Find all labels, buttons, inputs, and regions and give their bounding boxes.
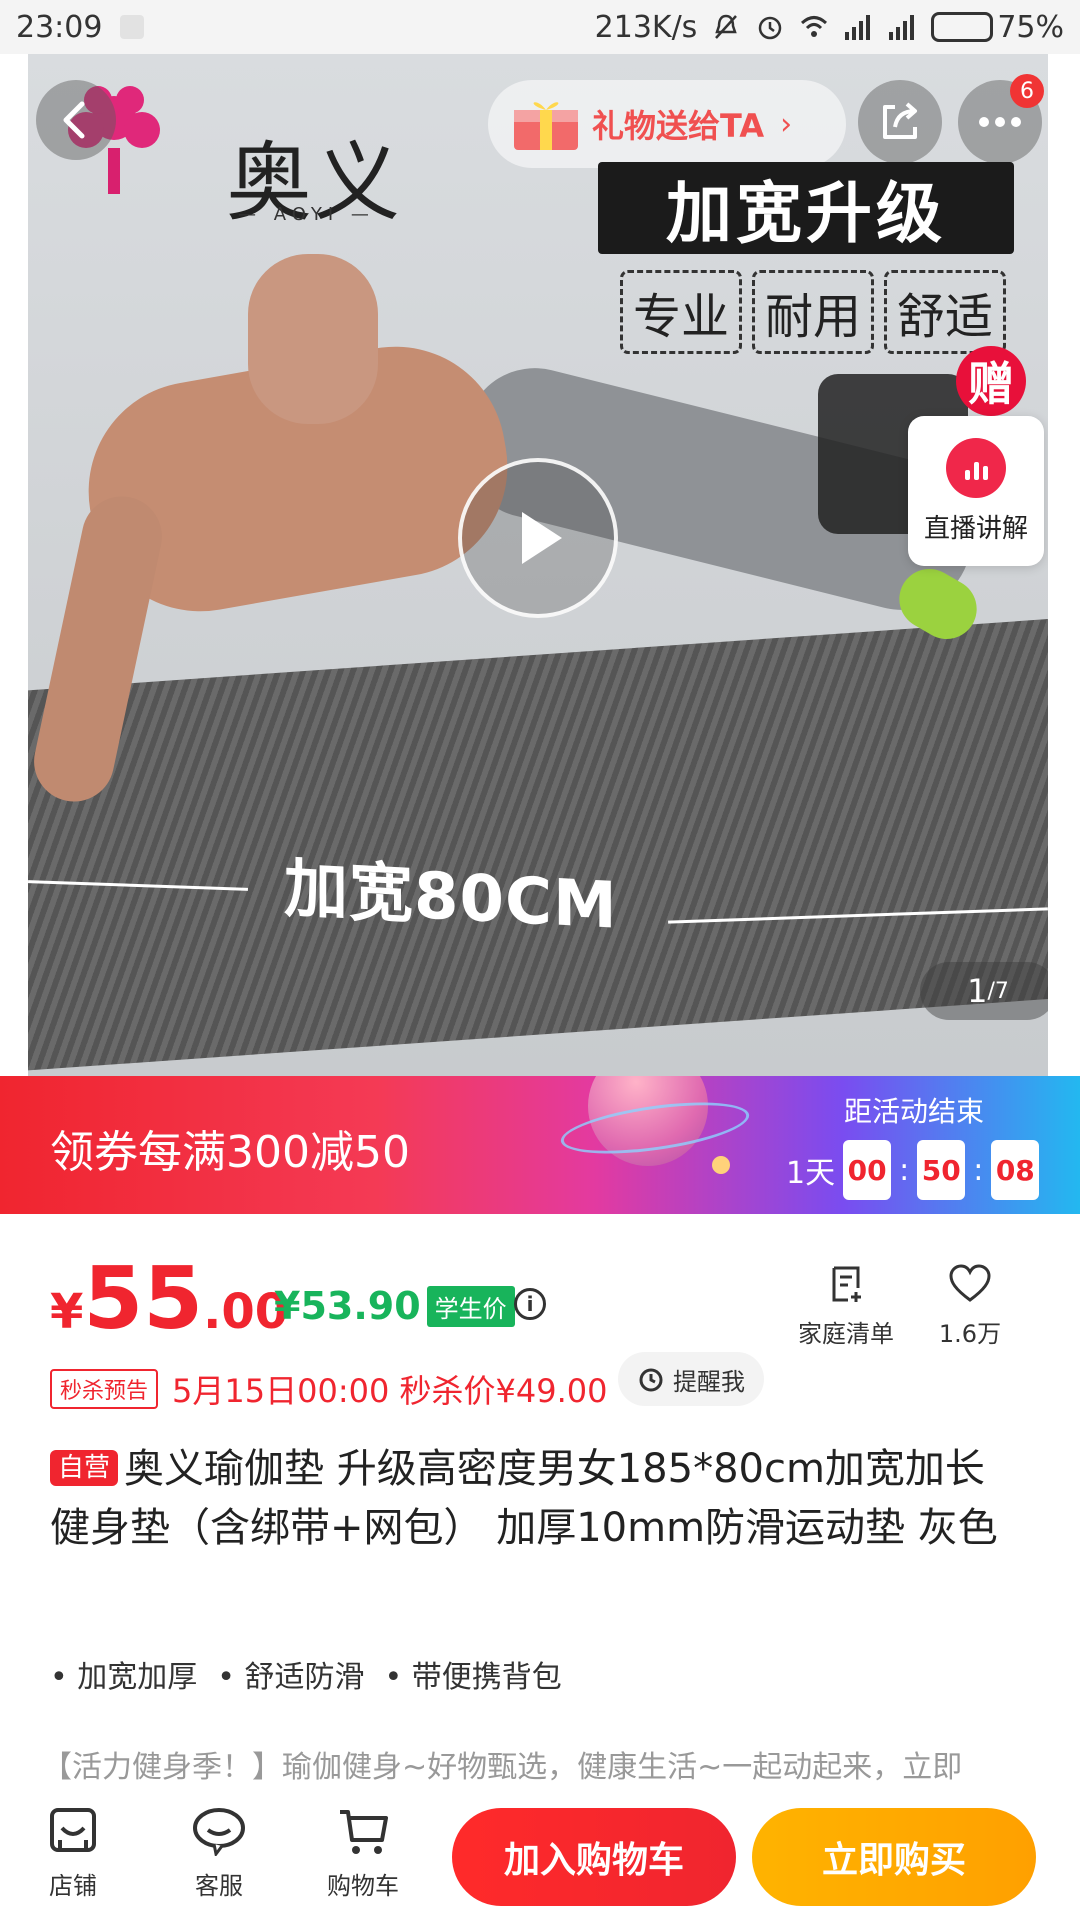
image-page-indicator: 1/7 bbox=[920, 962, 1048, 1020]
remind-me-button[interactable]: 提醒我 bbox=[618, 1352, 764, 1406]
gift-chip: 赠 bbox=[956, 346, 1026, 416]
signal-icon bbox=[845, 15, 871, 40]
heart-icon bbox=[949, 1264, 991, 1302]
product-highlights: • 加宽加厚 • 舒适防滑 • 带便携背包 bbox=[50, 1652, 562, 1696]
yoga-mat-image bbox=[28, 613, 1048, 1075]
customer-service-button[interactable]: 客服 bbox=[164, 1806, 274, 1901]
status-bar: 23:09 213K/s 75% bbox=[0, 0, 1080, 54]
mute-icon bbox=[715, 14, 738, 39]
live-explain-button[interactable]: 直播讲解 bbox=[908, 416, 1044, 566]
notification-badge: 6 bbox=[1010, 74, 1044, 108]
feature-tag: 舒适 bbox=[884, 270, 1007, 354]
wide-80cm-label: 加宽80CM bbox=[284, 852, 618, 944]
family-list-button[interactable]: 家庭清单 bbox=[796, 1264, 896, 1349]
cart-button[interactable]: 购物车 bbox=[308, 1806, 418, 1901]
model-head bbox=[248, 254, 378, 424]
flash-sale-tag: 秒杀预告 bbox=[50, 1369, 159, 1409]
list-add-icon bbox=[832, 1266, 861, 1302]
more-button[interactable]: 6 bbox=[958, 74, 1044, 164]
network-speed: 213K/s bbox=[594, 9, 698, 45]
battery-indicator: 75% bbox=[931, 10, 1064, 45]
highlight-item: • 加宽加厚 bbox=[50, 1660, 198, 1695]
back-button[interactable] bbox=[36, 80, 116, 160]
student-price: ¥53.90 学生价 bbox=[274, 1284, 515, 1328]
more-dots-icon bbox=[979, 117, 1021, 127]
countdown-label: 距活动结束 bbox=[844, 1095, 985, 1128]
product-title: 自营 奥义瑜伽垫 升级高密度男女185*80cm加宽加长健身垫（含绑带+网包） 加… bbox=[50, 1440, 1020, 1558]
countdown-timer: 1天 00 : 50 : 08 bbox=[786, 1140, 1040, 1200]
feature-tag: 专业 bbox=[620, 270, 743, 354]
play-icon bbox=[522, 512, 562, 564]
countdown-seconds: 08 bbox=[991, 1140, 1040, 1200]
clock: 23:09 bbox=[16, 9, 103, 45]
flash-sale-preview: 秒杀预告 5月15日00:00 秒杀价¥49.00 bbox=[50, 1366, 607, 1412]
shop-label: 店铺 bbox=[49, 1872, 97, 1900]
bottom-action-bar: 店铺 客服 购物车 加入购物车 立即购买 bbox=[0, 1796, 1080, 1920]
alarm-icon bbox=[759, 16, 782, 40]
add-to-cart-button[interactable]: 加入购物车 bbox=[452, 1808, 736, 1906]
battery-percent: 75% bbox=[997, 9, 1064, 45]
feature-tag: 耐用 bbox=[752, 270, 875, 354]
cart-icon bbox=[340, 1810, 388, 1854]
brand-subtitle: — AOYI — bbox=[238, 204, 375, 225]
coupon-banner[interactable]: 领券每满300减50 距活动结束 1天 00 : 50 : 08 bbox=[0, 1076, 1080, 1214]
live-label: 直播讲解 bbox=[923, 513, 1028, 544]
tiktok-notification-icon bbox=[120, 15, 145, 39]
countdown-days: 1天 bbox=[786, 1156, 836, 1191]
wifi-icon bbox=[801, 16, 828, 37]
upgrade-banner: 加宽升级 bbox=[598, 162, 1014, 254]
shop-button[interactable]: 店铺 bbox=[18, 1806, 128, 1901]
battery-icon bbox=[931, 12, 994, 42]
countdown-separator: : bbox=[899, 1152, 910, 1188]
countdown-separator: : bbox=[973, 1152, 984, 1188]
chat-icon bbox=[193, 1808, 245, 1856]
gift-to-ta-button[interactable]: 礼物送给TA › bbox=[488, 80, 846, 168]
student-price-tag: 学生价 bbox=[426, 1285, 515, 1327]
gift-box-icon bbox=[514, 102, 578, 150]
live-icon bbox=[946, 437, 1006, 498]
promo-description: 【活力健身季！】瑜伽健身~好物甄选，健康生活~一起动起来，立即 bbox=[42, 1750, 963, 1785]
feature-tags: 专业 耐用 舒适 bbox=[620, 270, 1007, 354]
highlight-item: • 带便携背包 bbox=[384, 1660, 562, 1695]
product-image-carousel[interactable]: 奥义 — AOYI — 礼物送给TA › 6 加宽升级 专业 耐用 舒适 赠 直… bbox=[28, 54, 1048, 1076]
shop-icon bbox=[50, 1808, 96, 1852]
chevron-left-icon bbox=[63, 101, 85, 139]
alarm-clock-icon bbox=[639, 1368, 663, 1392]
share-button[interactable] bbox=[858, 80, 942, 164]
family-list-label: 家庭清单 bbox=[798, 1320, 894, 1348]
page-current: 1 bbox=[967, 972, 988, 1010]
info-icon[interactable]: i bbox=[514, 1288, 546, 1320]
chevron-right-icon: › bbox=[780, 106, 793, 142]
page-total: /7 bbox=[987, 978, 1009, 1004]
service-label: 客服 bbox=[195, 1872, 243, 1900]
play-video-button[interactable] bbox=[458, 458, 618, 618]
current-price: ¥ 55 .00 bbox=[50, 1256, 288, 1342]
student-price-value: ¥53.90 bbox=[274, 1284, 421, 1328]
flash-sale-text: 5月15日00:00 秒杀价¥49.00 bbox=[172, 1372, 608, 1410]
favorite-button[interactable]: 1.6万 bbox=[928, 1264, 1012, 1349]
cart-label: 购物车 bbox=[327, 1872, 399, 1900]
countdown-hours: 00 bbox=[843, 1140, 892, 1200]
highlight-item: • 舒适防滑 bbox=[217, 1660, 365, 1695]
favorites-count: 1.6万 bbox=[938, 1320, 1002, 1348]
buy-now-button[interactable]: 立即购买 bbox=[752, 1808, 1036, 1906]
spark-decoration bbox=[712, 1156, 730, 1174]
signal-icon-2 bbox=[889, 15, 915, 40]
self-operated-tag: 自营 bbox=[50, 1450, 119, 1486]
price-currency: ¥ bbox=[50, 1284, 84, 1340]
gift-label: 礼物送给TA bbox=[592, 107, 765, 145]
remind-label: 提醒我 bbox=[673, 1367, 745, 1396]
product-title-text: 奥义瑜伽垫 升级高密度男女185*80cm加宽加长健身垫（含绑带+网包） 加厚1… bbox=[50, 1446, 998, 1551]
share-icon bbox=[883, 102, 917, 139]
countdown-minutes: 50 bbox=[917, 1140, 966, 1200]
coupon-text: 领券每满300减50 bbox=[50, 1127, 410, 1178]
price-integer: 55 bbox=[83, 1249, 204, 1349]
